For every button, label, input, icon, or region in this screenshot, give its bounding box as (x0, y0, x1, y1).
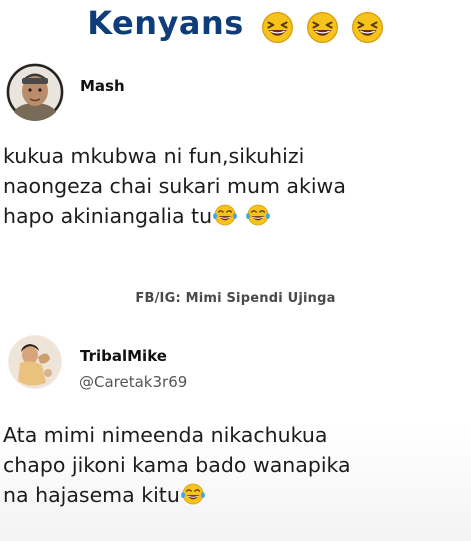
post-text-line: kukua mkubwa ni fun,sikuhizi (3, 144, 305, 168)
profile-photo-child (8, 335, 62, 389)
post-tribalmike: TribalMike @Caretak3r69 Ata mimi nimeend… (0, 330, 471, 541)
post-text-line: naongeza chai sukari mum akiwa (3, 174, 346, 198)
post-text-line: Ata mimi nimeenda nikachukua (3, 423, 328, 447)
post-text-line: chapo jikoni kama bado wanapika (3, 453, 351, 477)
title-emoji-group (261, 6, 383, 44)
post-text-line: hapo akiniangalia tu (3, 201, 346, 235)
face-with-tears-of-joy-icon (213, 204, 237, 226)
post-text: Ata mimi nimeenda nikachukua chapo jikon… (3, 420, 351, 514)
grinning-squinting-face-icon (307, 11, 339, 43)
face-with-tears-of-joy-icon (245, 204, 270, 226)
watermark-credit: FB/IG: Mimi Sipendi Ujinga (135, 291, 336, 306)
author-handle[interactable]: @Caretak3r69 (79, 373, 187, 391)
post-text-line-text: hapo akiniangalia tu (3, 204, 213, 228)
grinning-squinting-face-icon (262, 11, 294, 43)
emoji-group (180, 482, 206, 514)
grinning-squinting-face-icon (351, 11, 383, 43)
post-text: kukua mkubwa ni fun,sikuhizi naongeza ch… (3, 141, 346, 235)
author-name[interactable]: Mash (80, 77, 125, 95)
profile-photo-man (6, 63, 64, 121)
meme-title: Kenyans (0, 4, 471, 44)
emoji-group (212, 203, 271, 235)
post-text-line: na hajasema kitu (3, 480, 351, 514)
post-mash: Mash kukua mkubwa ni fun,sikuhizi naonge… (0, 55, 471, 310)
post-text-line-text: na hajasema kitu (3, 483, 180, 507)
avatar[interactable] (6, 63, 64, 121)
author-name[interactable]: TribalMike (80, 347, 167, 365)
avatar[interactable] (8, 335, 62, 389)
face-with-tears-of-joy-icon (180, 483, 205, 505)
meme-title-text: Kenyans (87, 4, 244, 42)
